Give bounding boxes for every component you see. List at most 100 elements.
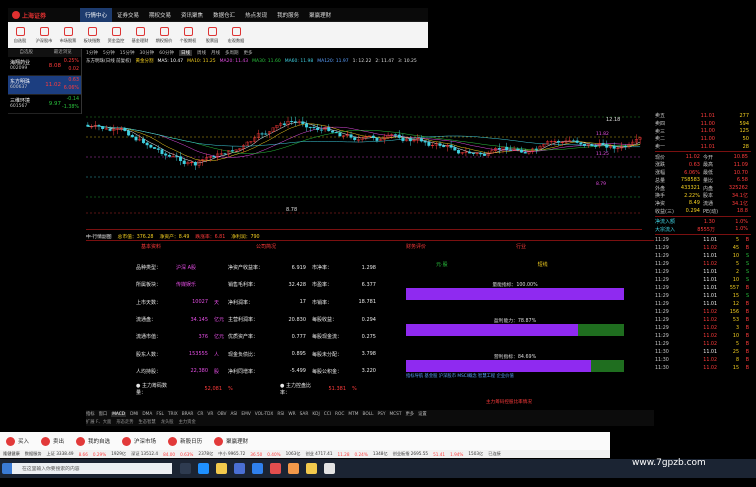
- mail-icon[interactable]: [252, 463, 263, 474]
- indicator-tab[interactable]: MACD: [111, 411, 127, 417]
- period-tab[interactable]: 1分钟: [86, 50, 98, 56]
- indicator-tab[interactable]: EMV: [241, 412, 250, 417]
- period-tab[interactable]: 日线: [178, 50, 192, 56]
- period-tab[interactable]: 周线: [197, 50, 206, 56]
- period-tab[interactable]: 5分钟: [103, 50, 115, 56]
- candle-body: [193, 162, 197, 166]
- period-tab[interactable]: 60分钟: [159, 50, 174, 56]
- menu-3[interactable]: 资讯聚焦: [176, 8, 208, 22]
- indicator-tab[interactable]: 窗口: [99, 411, 108, 417]
- app-icon-1[interactable]: [288, 463, 299, 474]
- fund-head-industry[interactable]: 行业: [516, 243, 526, 250]
- period-tab[interactable]: 多周期: [225, 50, 239, 56]
- menu-4[interactable]: 数据仓汇: [208, 8, 240, 22]
- indicator-tab[interactable]: ROC: [335, 412, 344, 417]
- trade-button-2[interactable]: 我的自选: [76, 436, 110, 446]
- indicator-tab[interactable]: VR: [207, 412, 213, 417]
- trade-button-4[interactable]: 新股日历: [168, 436, 202, 446]
- toolbar-button-5[interactable]: 基金理财: [128, 22, 152, 48]
- period-tab[interactable]: 15分钟: [120, 50, 135, 56]
- menu-5[interactable]: 热点发现: [240, 8, 272, 22]
- period-tab[interactable]: 30分钟: [139, 50, 154, 56]
- ask-row[interactable]: 卖五 11.01 277: [655, 112, 751, 120]
- menu-6[interactable]: 我的服务: [272, 8, 304, 22]
- indicator-tab[interactable]: BOLL: [362, 412, 373, 417]
- indicator-tab[interactable]: CR: [197, 412, 203, 417]
- indicator-tab[interactable]: OBV: [217, 412, 226, 417]
- toolbar-button-9[interactable]: 宏观数据: [224, 22, 248, 48]
- trade-button-0[interactable]: 买入: [6, 436, 30, 446]
- trade-button-5[interactable]: 聚赢理财: [214, 436, 248, 446]
- store-icon[interactable]: [234, 463, 245, 474]
- indicator-tab[interactable]: MTM: [348, 412, 358, 417]
- indicator-tab[interactable]: DMA: [142, 412, 152, 417]
- extension-tab[interactable]: 扩展 F、大面: [86, 419, 111, 425]
- extension-tab[interactable]: 形态走势: [116, 419, 133, 425]
- indicator-tab[interactable]: SAR: [300, 412, 309, 417]
- menu-7[interactable]: 聚赢理财: [304, 8, 336, 22]
- indicator-tab[interactable]: 设置: [418, 411, 427, 417]
- trade-button-1[interactable]: 卖出: [41, 436, 64, 446]
- indicator-tab[interactable]: 指标: [86, 411, 95, 417]
- watchlist-item[interactable]: 东方明珠 600637 11.02 0.63 6.06%: [8, 76, 81, 95]
- indicator-tab[interactable]: WR: [288, 412, 295, 417]
- candlestick-chart[interactable]: 8.78 12.18 11.82 8.79 11.25: [86, 95, 642, 230]
- toolbar-button-8[interactable]: 股票园: [200, 22, 224, 48]
- toolbar-button-6[interactable]: 期权报价: [152, 22, 176, 48]
- period-tab[interactable]: 月线: [211, 50, 220, 56]
- extension-tab[interactable]: 龙头股: [161, 419, 174, 425]
- ask-row[interactable]: 卖三 11.00 125: [655, 127, 751, 135]
- folder-icon[interactable]: [216, 463, 227, 474]
- trade-label: 买入: [18, 439, 30, 445]
- toolbar-button-0[interactable]: 自选股: [8, 22, 32, 48]
- tick-side: S: [745, 293, 749, 299]
- indicator-tab[interactable]: RSI: [277, 412, 284, 417]
- toolbar-button-1[interactable]: 沪深股市: [32, 22, 56, 48]
- extension-tab[interactable]: 生态智慧: [139, 419, 156, 425]
- index-strip-item[interactable]: 已连接: [488, 451, 501, 457]
- indicator-tab[interactable]: VOL-TDX: [255, 412, 274, 417]
- indicator-tab[interactable]: TRIX: [168, 412, 178, 417]
- ask-row[interactable]: 卖四 11.00 594: [655, 120, 751, 128]
- indicator-tab[interactable]: ASI: [230, 412, 237, 417]
- stock-app-icon[interactable]: [270, 463, 281, 474]
- index-strip-item[interactable]: 数据服务: [25, 451, 42, 457]
- fund-head-basic[interactable]: 基本资料: [141, 243, 161, 250]
- menu-2[interactable]: 期权交易: [144, 8, 176, 22]
- tab-watchlist[interactable]: 自选股: [8, 49, 45, 57]
- edge-icon[interactable]: [198, 463, 209, 474]
- toolbar-button-3[interactable]: 板块指数: [80, 22, 104, 48]
- stat-value: 325262: [728, 185, 748, 192]
- period-tab[interactable]: 更多: [243, 50, 252, 56]
- indicator-tab[interactable]: MCST: [389, 412, 401, 417]
- menu-1[interactable]: 证券交易: [112, 8, 144, 22]
- indicator-tab[interactable]: FSL: [156, 412, 164, 417]
- fund-head-finance[interactable]: 财务评价: [406, 243, 426, 250]
- task-view-icon[interactable]: [180, 463, 191, 474]
- toolbar-button-2[interactable]: 市场股票: [56, 22, 80, 48]
- ask-row[interactable]: 卖一 11.01 28: [655, 143, 751, 151]
- trade-button-3[interactable]: 沪深市场: [122, 436, 156, 446]
- watchlist-item[interactable]: 三维环境 601567 9.97 -0.14 -1.38%: [8, 95, 81, 114]
- index-strip-item[interactable]: 隆健健康: [3, 451, 20, 457]
- indicator-tab[interactable]: KDJ: [312, 412, 319, 417]
- indicator-tab[interactable]: BRAR: [182, 412, 194, 417]
- indicator-tab[interactable]: CCI: [324, 412, 331, 417]
- watchlist-item[interactable]: 海翔药业 002099 8.08 0.25% 0.02: [8, 57, 81, 76]
- fund-head-company[interactable]: 公司简况: [256, 243, 276, 250]
- ask-row[interactable]: 卖二 11.00 50: [655, 135, 751, 143]
- app-icon-2[interactable]: [306, 463, 317, 474]
- tab-recent[interactable]: 最近浏览: [45, 49, 82, 57]
- index-strip: 隆健健康 数据服务 上证 3338.49 8.66 0.29% 1929亿 深证 13512…: [0, 450, 610, 458]
- tick-price: 11.01: [703, 269, 717, 275]
- tag-line[interactable]: 指标导航 基金股 沪深股市 MSCI概念 智慧工程 企业价值: [406, 373, 636, 379]
- indicator-tab[interactable]: PSY: [378, 412, 386, 417]
- extension-tab[interactable]: 主力资金: [179, 419, 196, 425]
- indicator-tab[interactable]: 更多: [406, 411, 415, 417]
- toolbar-button-4[interactable]: 资金监控: [104, 22, 128, 48]
- indicator-tab[interactable]: DMI: [130, 412, 138, 417]
- taskbar-search-input[interactable]: 在这里输入你要搜索的内容: [12, 463, 172, 474]
- toolbar-button-7[interactable]: 个股期权: [176, 22, 200, 48]
- menu-0[interactable]: 行情中心: [80, 8, 113, 22]
- app-icon-3[interactable]: [324, 463, 335, 474]
